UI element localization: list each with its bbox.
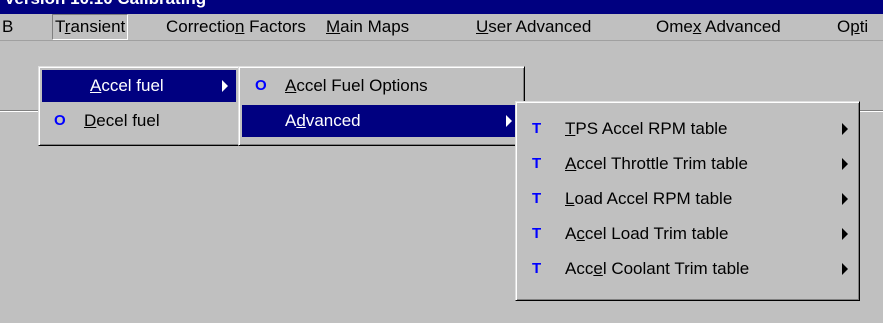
submenu-arrow-icon bbox=[842, 228, 848, 240]
menu-item-correction-factors[interactable]: Correction Factors bbox=[164, 14, 308, 40]
menu-label: ain Maps bbox=[340, 17, 410, 36]
menu-item-transient[interactable]: Transient bbox=[52, 14, 129, 40]
menu-label: Advanced bbox=[701, 17, 781, 36]
menu-label: ser Advanced bbox=[488, 17, 592, 36]
menu-item-advanced[interactable]: Advanced bbox=[242, 105, 521, 137]
menu-label: ansient bbox=[70, 17, 126, 36]
menu-item-accel-fuel-options[interactable]: O Accel Fuel Options bbox=[242, 70, 521, 102]
menu-item-label: Accel Coolant Trim table bbox=[565, 259, 750, 278]
menu-item-label: Accel Throttle Trim table bbox=[565, 154, 748, 173]
menu-item-label: TPS Accel RPM table bbox=[565, 119, 728, 138]
menu-item-b[interactable]: B bbox=[0, 14, 15, 40]
menu-item-main-maps[interactable]: Main Maps bbox=[324, 14, 411, 40]
menu-item-user-advanced[interactable]: User Advanced bbox=[474, 14, 593, 40]
menu-label: Factors bbox=[244, 17, 306, 36]
background-separator bbox=[859, 110, 883, 112]
menu-item-label: Advanced bbox=[285, 111, 361, 130]
submenu-arrow-icon bbox=[506, 115, 512, 127]
title-bar: Version 10.10 Calibrating bbox=[0, 0, 883, 14]
option-o-icon: O bbox=[255, 77, 267, 94]
menu-item-label: Load Accel RPM table bbox=[565, 189, 733, 208]
menu-label: B bbox=[2, 17, 14, 36]
submenu-arrow-icon bbox=[222, 80, 228, 92]
background-separator bbox=[0, 110, 38, 112]
menu-item-load-accel-rpm-table[interactable]: T Load Accel RPM table bbox=[519, 183, 856, 215]
menu-item-accel-load-trim-table[interactable]: T Accel Load Trim table bbox=[519, 218, 856, 250]
window-title: Version 10.10 Calibrating bbox=[4, 0, 206, 9]
menu-item-accel-fuel[interactable]: Accel fuel bbox=[42, 70, 236, 102]
menu-item-label: Decel fuel bbox=[84, 111, 160, 130]
menu-item-label: Accel Fuel Options bbox=[285, 76, 428, 95]
accel-fuel-submenu: O Accel Fuel Options Advanced bbox=[238, 66, 525, 146]
submenu-arrow-icon bbox=[842, 193, 848, 205]
menu-item-omex-advanced[interactable]: Omex Advanced bbox=[654, 14, 783, 40]
advanced-submenu: T TPS Accel RPM table T Accel Throttle T… bbox=[515, 101, 860, 301]
menu-bar: B Transient Correction Factors Main Maps… bbox=[0, 14, 883, 41]
menu-item-tps-accel-rpm-table[interactable]: T TPS Accel RPM table bbox=[519, 113, 856, 145]
menu-item-accel-throttle-trim-table[interactable]: T Accel Throttle Trim table bbox=[519, 148, 856, 180]
submenu-arrow-icon bbox=[842, 123, 848, 135]
menu-item-options[interactable]: Opti bbox=[835, 14, 870, 40]
menu-item-decel-fuel[interactable]: O Decel fuel bbox=[42, 105, 236, 137]
table-t-icon: T bbox=[532, 155, 542, 172]
transient-menu: Accel fuel O Decel fuel bbox=[38, 66, 240, 146]
table-t-icon: T bbox=[532, 225, 542, 242]
submenu-arrow-icon bbox=[842, 158, 848, 170]
table-t-icon: T bbox=[532, 190, 542, 207]
table-t-icon: T bbox=[532, 120, 542, 137]
menu-item-label: Accel Load Trim table bbox=[565, 224, 729, 243]
submenu-arrow-icon bbox=[842, 263, 848, 275]
menu-item-accel-coolant-trim-table[interactable]: T Accel Coolant Trim table bbox=[519, 253, 856, 285]
table-t-icon: T bbox=[532, 260, 542, 277]
option-o-icon: O bbox=[54, 112, 66, 129]
menu-label: ti bbox=[859, 17, 869, 36]
menu-item-label: Accel fuel bbox=[90, 76, 164, 95]
